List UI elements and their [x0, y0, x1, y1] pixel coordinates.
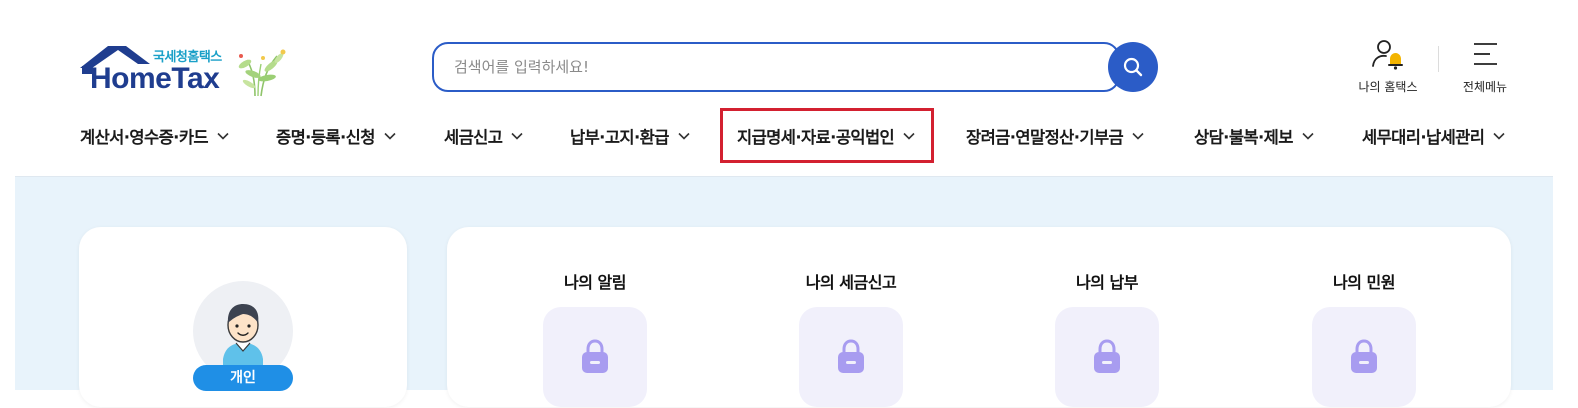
lock-tile [1055, 307, 1159, 407]
main-content: 개인 나의 알림 나의 세금신고 나의 납부 나의 민원 [15, 176, 1553, 407]
nav-item-label: 증명·등록·신청 [276, 128, 375, 147]
chevron-down-icon [217, 132, 229, 140]
all-menu-label: 전체메뉴 [1462, 80, 1508, 94]
nav-item-payment-refund[interactable]: 납부·고지·환급 [570, 124, 690, 148]
my-alerts-title: 나의 알림 [564, 273, 626, 292]
my-civil-petition-title: 나의 민원 [1333, 273, 1395, 292]
my-tax-report-title: 나의 세금신고 [805, 273, 897, 292]
util-divider [1438, 46, 1439, 72]
lock-tile [543, 307, 647, 407]
my-alerts[interactable]: 나의 알림 [515, 269, 675, 407]
header: 국세청홈택스 HomeTax 검색어를 입력하세요! 나의 홈택스 전체메뉴 계… [0, 0, 1578, 176]
nav-item-certificate-registration[interactable]: 증명·등록·신청 [276, 124, 396, 148]
my-payment[interactable]: 나의 납부 [1027, 269, 1187, 407]
user-type-badge[interactable]: 개인 [193, 365, 293, 391]
highlight-box [720, 108, 934, 163]
hamburger-menu-icon [1474, 43, 1497, 65]
search-input[interactable] [454, 56, 1054, 78]
chevron-down-icon [511, 132, 523, 140]
nav-item-label: 세금신고 [444, 128, 503, 147]
nav-item-label: 상담·불복·제보 [1194, 128, 1293, 147]
search-box [432, 42, 1120, 92]
lock-tile [799, 307, 903, 407]
user-bell-icon [1372, 40, 1403, 70]
my-tax-report[interactable]: 나의 세금신고 [771, 269, 931, 407]
profile-card: 개인 [79, 227, 407, 407]
chevron-down-icon [1132, 132, 1144, 140]
nav-item-label: 세무대리·납세관리 [1362, 128, 1485, 147]
plant-decoration-icon [238, 49, 286, 97]
lock-icon [582, 339, 608, 373]
nav-item-incentive-yearend-donation[interactable]: 장려금·연말정산·기부금 [966, 124, 1144, 148]
chevron-down-icon [1302, 132, 1314, 140]
nav-item-label: 계산서·영수증·카드 [80, 128, 209, 147]
my-hometax-label: 나의 홈택스 [1358, 80, 1418, 94]
search-button[interactable] [1108, 42, 1158, 92]
nav-item-tax-agent-management[interactable]: 세무대리·납세관리 [1362, 124, 1505, 148]
hometax-logo[interactable]: 국세청홈택스 HomeTax [78, 40, 293, 100]
chevron-down-icon [384, 132, 396, 140]
lock-tile [1312, 307, 1416, 407]
lock-icon [1094, 339, 1120, 373]
my-payment-title: 나의 납부 [1076, 273, 1138, 292]
chevron-down-icon [678, 132, 690, 140]
nav-item-consult-appeal-report[interactable]: 상담·불복·제보 [1194, 124, 1314, 148]
my-services-card: 나의 알림 나의 세금신고 나의 납부 나의 민원 [447, 227, 1511, 407]
my-hometax-button[interactable]: 나의 홈택스 [1350, 38, 1426, 95]
chevron-down-icon [1493, 132, 1505, 140]
lock-icon [838, 339, 864, 373]
my-civil-petition[interactable]: 나의 민원 [1284, 269, 1444, 407]
logo-title: HomeTax [90, 62, 220, 95]
nav-item-label: 장려금·연말정산·기부금 [966, 128, 1124, 147]
nav-item-invoice-receipt-card[interactable]: 계산서·영수증·카드 [80, 124, 229, 148]
lock-icon [1351, 339, 1377, 373]
nav-item-tax-report[interactable]: 세금신고 [444, 124, 523, 148]
all-menu-button[interactable]: 전체메뉴 [1452, 38, 1518, 95]
nav-item-label: 납부·고지·환급 [570, 128, 669, 147]
search-icon [1123, 57, 1143, 77]
